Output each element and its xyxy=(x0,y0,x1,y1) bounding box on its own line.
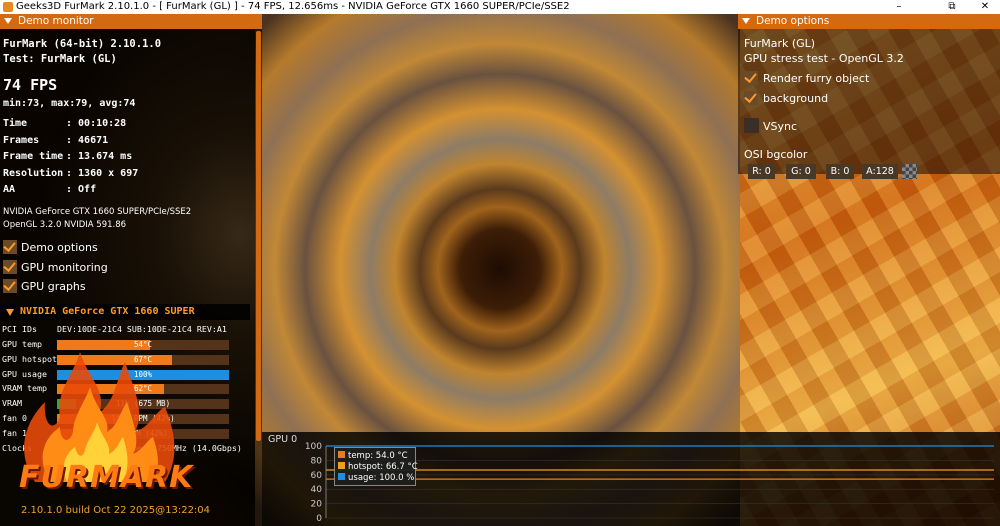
furmark-logo: FURMARK xyxy=(5,332,205,502)
stat-value: : 46671 xyxy=(66,134,109,146)
y-tick-label: 20 xyxy=(311,500,323,510)
app-name: FurMark (64-bit) 2.10.1.0 xyxy=(3,38,162,50)
y-tick-label: 0 xyxy=(316,514,322,524)
render-furry-object-checkbox[interactable] xyxy=(744,70,758,85)
gpu-graph-panel: GPU 0 100 80 60 40 20 0 temp: 54.0 °C hotspot:… xyxy=(262,432,1000,526)
gpu-monitoring-checkbox[interactable] xyxy=(3,259,17,274)
window-title: Geeks3D FurMark 2.10.1.0 - [ FurMark (GL… xyxy=(16,1,570,12)
gpu-graphs-label: GPU graphs xyxy=(21,280,86,293)
legend-item: temp: 54.0 °C xyxy=(338,451,408,461)
fps-stats: min:73, max:79, avg:74 xyxy=(3,98,136,109)
render-furry-object-label: Render furry object xyxy=(763,72,870,85)
legend-label: temp: 54.0 °C xyxy=(348,451,408,461)
demo-description: GPU stress test - OpenGL 3.2 xyxy=(744,52,904,65)
legend-swatch xyxy=(338,473,345,480)
collapse-triangle-icon xyxy=(4,17,12,24)
demo-options-label: Demo options xyxy=(21,241,98,254)
background-checkbox[interactable] xyxy=(744,90,758,105)
legend-label: hotspot: 66.7 °C xyxy=(348,462,418,472)
y-tick-label: 80 xyxy=(311,456,323,466)
logo-text: FURMARK xyxy=(19,460,194,495)
vsync-checkbox[interactable] xyxy=(744,118,759,133)
test-name: Test: FurMark (GL) xyxy=(3,53,117,65)
maximize-button[interactable]: ⧉ xyxy=(937,0,967,14)
osi-b-field[interactable]: B: 0 xyxy=(826,164,854,179)
minimize-button[interactable]: – xyxy=(884,0,914,14)
legend-swatch xyxy=(338,462,345,469)
y-tick-label: 40 xyxy=(311,485,323,495)
gpu-monitor-title: NVIDIA GeForce GTX 1660 SUPER xyxy=(20,306,195,317)
collapse-triangle-icon xyxy=(742,17,750,24)
y-tick-label: 100 xyxy=(305,442,322,452)
y-tick-label: 60 xyxy=(311,471,323,481)
collapse-triangle-icon xyxy=(6,309,14,316)
legend-item: usage: 100.0 % xyxy=(338,473,414,483)
legend-label: usage: 100.0 % xyxy=(348,473,415,483)
osi-bgcolor-label: OSI bgcolor xyxy=(744,148,808,161)
legend-item: hotspot: 66.7 °C xyxy=(338,462,418,472)
demo-options-header[interactable]: Demo options xyxy=(738,14,1000,29)
osi-r-field[interactable]: R: 0 xyxy=(748,164,775,179)
vsync-label: VSync xyxy=(763,120,798,133)
demo-options-title: Demo options xyxy=(756,15,830,27)
demo-options-panel: Demo options FurMark (GL) GPU stress tes… xyxy=(738,14,1000,179)
gpu-monitoring-label: GPU monitoring xyxy=(21,261,108,274)
demo-monitor-title: Demo monitor xyxy=(18,15,94,27)
scrollbar[interactable] xyxy=(256,31,261,441)
gpu-graphs-checkbox[interactable] xyxy=(3,278,17,293)
close-button[interactable]: ✕ xyxy=(970,0,1000,14)
demo-name: FurMark (GL) xyxy=(744,37,816,50)
fps-value: 74 FPS xyxy=(3,76,58,94)
stat-value: : 13.674 ms xyxy=(66,151,133,162)
stat-value: : 00:10:28 xyxy=(66,118,127,129)
stat-label: Frames xyxy=(3,134,40,146)
opengl-version: OpenGL 3.2.0 NVIDIA 591.86 xyxy=(3,220,127,230)
osi-a-field[interactable]: A:128 xyxy=(862,164,898,179)
background-label: background xyxy=(763,92,829,105)
color-swatch[interactable] xyxy=(902,164,917,179)
app-icon xyxy=(3,2,13,12)
stat-label: Time xyxy=(3,118,28,129)
graph-legend: temp: 54.0 °C hotspot: 66.7 °C usage: 100.… xyxy=(334,447,418,486)
stat-label: Resolution xyxy=(3,167,64,179)
demo-monitor-header[interactable]: Demo monitor xyxy=(0,14,262,29)
gpu-renderer: NVIDIA GeForce GTX 1660 SUPER/PCIe/SSE2 xyxy=(3,207,192,217)
legend-swatch xyxy=(338,451,345,458)
build-version: 2.10.1.0 build Oct 22 2025@13:22:04 xyxy=(21,505,211,516)
window-title-bar: Geeks3D FurMark 2.10.1.0 - [ FurMark (GL… xyxy=(0,0,1000,14)
gpu-monitor-header[interactable]: NVIDIA GeForce GTX 1660 SUPER xyxy=(0,304,250,320)
stat-value: : Off xyxy=(66,184,97,195)
osi-g-field[interactable]: G: 0 xyxy=(786,164,816,179)
stat-label: AA xyxy=(3,184,16,195)
stat-label: Frame time xyxy=(3,151,64,162)
demo-options-checkbox[interactable] xyxy=(3,239,17,254)
stat-value: : 1360 x 697 xyxy=(66,167,139,179)
